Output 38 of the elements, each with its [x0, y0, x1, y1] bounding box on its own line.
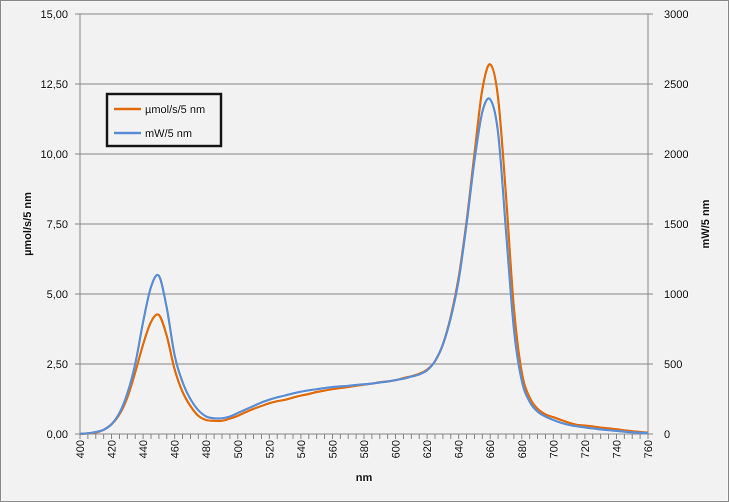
- axis-tick-label: 580: [359, 440, 371, 458]
- axis-tick-label: 520: [264, 440, 276, 458]
- axis-tick-label: 700: [548, 440, 560, 458]
- axis-tick-label: 2500: [664, 79, 688, 91]
- axis-tick-label: 460: [170, 440, 182, 458]
- axis-tick-label: 440: [138, 440, 150, 458]
- axis-title: mW/5 nm: [700, 200, 712, 248]
- axis-tick-label: 540: [296, 440, 308, 458]
- axis-tick-label: 0: [664, 429, 670, 441]
- axis-tick-label: 760: [643, 440, 655, 458]
- axis-tick-label: 500: [664, 359, 682, 371]
- axis-tick-label: 2000: [664, 149, 688, 161]
- axis-tick-label: 7,50: [46, 219, 68, 231]
- legend-label: mW/5 nm: [145, 128, 192, 140]
- axis-tick-label: 560: [327, 440, 340, 458]
- axis-title: µmol/s/5 nm: [22, 192, 34, 256]
- axis-tick-label: 2,50: [46, 359, 68, 371]
- axis-tick-label: 480: [201, 440, 214, 458]
- axis-tick-label: 5,00: [46, 289, 68, 301]
- legend-label: µmol/s/5 nm: [145, 104, 206, 116]
- axis-tick-label: 500: [232, 440, 245, 458]
- axis-tick-label: 680: [516, 440, 529, 458]
- axis-tick-label: 720: [580, 440, 592, 458]
- axis-tick-label: 15,00: [40, 9, 68, 21]
- axis-tick-label: 600: [390, 440, 403, 458]
- axis-tick-label: 3000: [664, 9, 688, 21]
- axis-tick-label: 400: [75, 440, 87, 458]
- axis-tick-label: 10,00: [40, 149, 68, 161]
- axis-tick-label: 1000: [664, 289, 688, 301]
- axis-tick-label: 740: [611, 440, 624, 458]
- axis-tick-label: 0,00: [46, 429, 68, 441]
- axis-tick-label: 620: [422, 440, 434, 458]
- axis-tick-label: 1500: [664, 219, 688, 231]
- axis-tick-label: 660: [485, 440, 498, 458]
- axis-title: nm: [356, 472, 372, 484]
- axis-tick-label: 420: [106, 440, 119, 458]
- axis-tick-label: 640: [454, 440, 466, 458]
- axis-tick-label: 12,50: [40, 79, 68, 91]
